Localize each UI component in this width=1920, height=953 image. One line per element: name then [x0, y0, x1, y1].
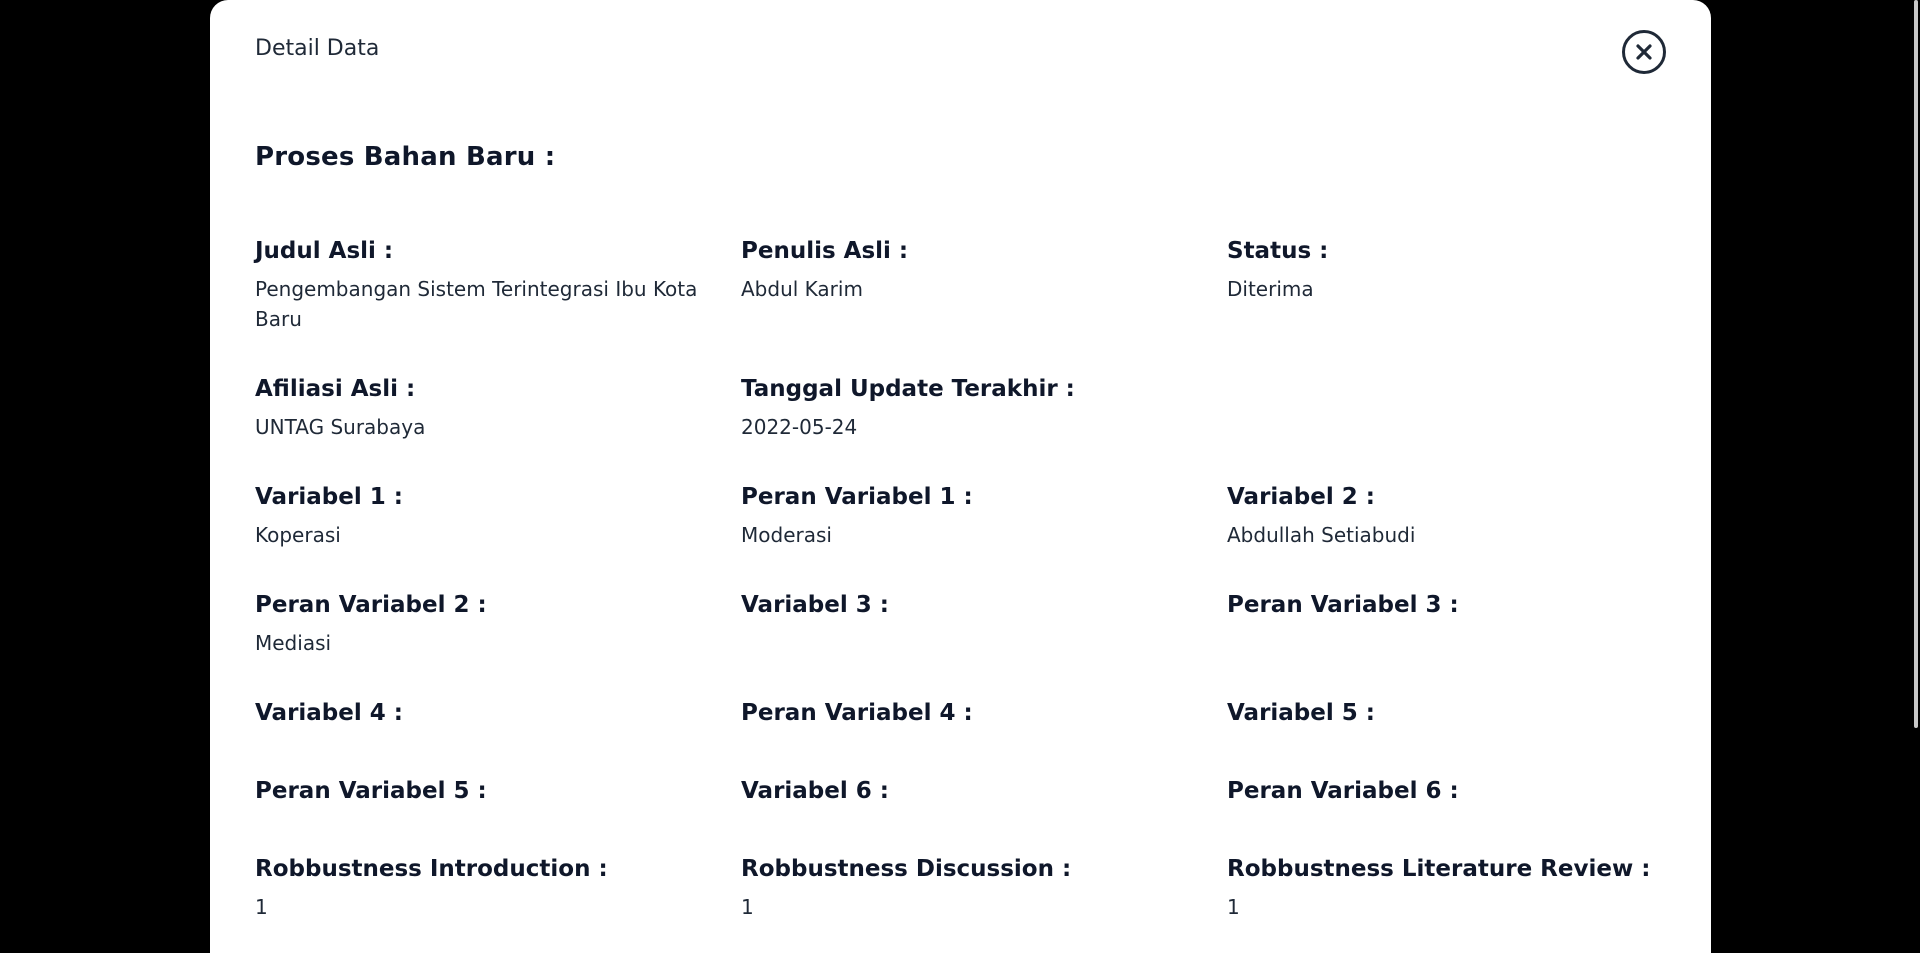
- field-label: Variabel 5 :: [1227, 700, 1375, 726]
- field-variabel-1: Variabel 1 : Koperasi: [255, 482, 741, 590]
- field-label: Variabel 4 :: [255, 700, 403, 726]
- detail-grid: Judul Asli : Pengembangan Sistem Terinte…: [255, 236, 1705, 944]
- field-label: Peran Variabel 6 :: [1227, 778, 1459, 804]
- field-label: Peran Variabel 2 :: [255, 592, 487, 618]
- field-value: Koperasi: [255, 523, 341, 547]
- modal-title: Detail Data: [255, 36, 380, 61]
- field-variabel-4: Variabel 4 :: [255, 698, 741, 776]
- field-label: Robbustness Introduction :: [255, 856, 608, 882]
- field-peran-variabel-2: Peran Variabel 2 : Mediasi: [255, 590, 741, 698]
- field-label: Tanggal Update Terakhir :: [741, 376, 1075, 402]
- field-label: Status :: [1227, 238, 1329, 264]
- field-value: Diterima: [1227, 277, 1314, 301]
- field-label: Peran Variabel 1 :: [741, 484, 973, 510]
- detail-row: Variabel 1 : Koperasi Peran Variabel 1 :…: [255, 482, 1705, 590]
- field-label: Variabel 6 :: [741, 778, 889, 804]
- field-label: Peran Variabel 4 :: [741, 700, 973, 726]
- field-peran-variabel-1: Peran Variabel 1 : Moderasi: [741, 482, 1227, 590]
- detail-row: Variabel 4 : Peran Variabel 4 : Variabel…: [255, 698, 1705, 776]
- field-variabel-6: Variabel 6 :: [741, 776, 1227, 854]
- field-judul-asli: Judul Asli : Pengembangan Sistem Terinte…: [255, 236, 741, 374]
- field-value: Abdul Karim: [741, 277, 863, 301]
- empty-cell: [1227, 374, 1711, 482]
- detail-row: Robbustness Introduction : 1 Robbustness…: [255, 854, 1705, 944]
- detail-row: Judul Asli : Pengembangan Sistem Terinte…: [255, 236, 1705, 374]
- close-circle-icon: [1636, 44, 1652, 60]
- field-value: Abdullah Setiabudi: [1227, 523, 1416, 547]
- field-tanggal-update: Tanggal Update Terakhir : 2022-05-24: [741, 374, 1227, 482]
- field-peran-variabel-4: Peran Variabel 4 :: [741, 698, 1227, 776]
- field-value: UNTAG Surabaya: [255, 415, 426, 439]
- field-value: Moderasi: [741, 523, 832, 547]
- field-value: 1: [1227, 895, 1240, 919]
- field-label: Judul Asli :: [255, 238, 394, 264]
- scrollbar-thumb[interactable]: [1914, 0, 1918, 728]
- field-variabel-3: Variabel 3 :: [741, 590, 1227, 698]
- field-afiliasi-asli: Afiliasi Asli : UNTAG Surabaya: [255, 374, 741, 482]
- field-label: Afiliasi Asli :: [255, 376, 416, 402]
- field-label: Penulis Asli :: [741, 238, 909, 264]
- field-value: Mediasi: [255, 631, 332, 655]
- field-label: Variabel 1 :: [255, 484, 403, 510]
- field-penulis-asli: Penulis Asli : Abdul Karim: [741, 236, 1227, 374]
- field-peran-variabel-5: Peran Variabel 5 :: [255, 776, 741, 854]
- field-value: 1: [741, 895, 754, 919]
- field-label: Variabel 3 :: [741, 592, 889, 618]
- field-value: 1: [255, 895, 268, 919]
- field-label: Robbustness Literature Review :: [1227, 856, 1651, 882]
- field-peran-variabel-6: Peran Variabel 6 :: [1227, 776, 1711, 854]
- field-variabel-5: Variabel 5 :: [1227, 698, 1711, 776]
- field-value: 2022-05-24: [741, 415, 858, 439]
- field-value: Pengembangan Sistem Terintegrasi Ibu Kot…: [255, 277, 698, 331]
- detail-row: Afiliasi Asli : UNTAG Surabaya Tanggal U…: [255, 374, 1705, 482]
- field-status: Status : Diterima: [1227, 236, 1711, 374]
- field-label: Robbustness Discussion :: [741, 856, 1072, 882]
- detail-data-modal: Detail Data Proses Bahan Baru : Judul As…: [210, 0, 1711, 953]
- field-variabel-2: Variabel 2 : Abdullah Setiabudi: [1227, 482, 1711, 590]
- field-robbustness-introduction: Robbustness Introduction : 1: [255, 854, 741, 944]
- section-title: Proses Bahan Baru :: [255, 142, 556, 172]
- field-robbustness-literature-review: Robbustness Literature Review : 1: [1227, 854, 1711, 944]
- field-label: Variabel 2 :: [1227, 484, 1375, 510]
- detail-row: Peran Variabel 2 : Mediasi Variabel 3 : …: [255, 590, 1705, 698]
- field-robbustness-discussion: Robbustness Discussion : 1: [741, 854, 1227, 944]
- field-label: Peran Variabel 5 :: [255, 778, 487, 804]
- detail-row: Peran Variabel 5 : Variabel 6 : Peran Va…: [255, 776, 1705, 854]
- field-label: Peran Variabel 3 :: [1227, 592, 1459, 618]
- field-peran-variabel-3: Peran Variabel 3 :: [1227, 590, 1711, 698]
- close-button[interactable]: [1622, 30, 1666, 74]
